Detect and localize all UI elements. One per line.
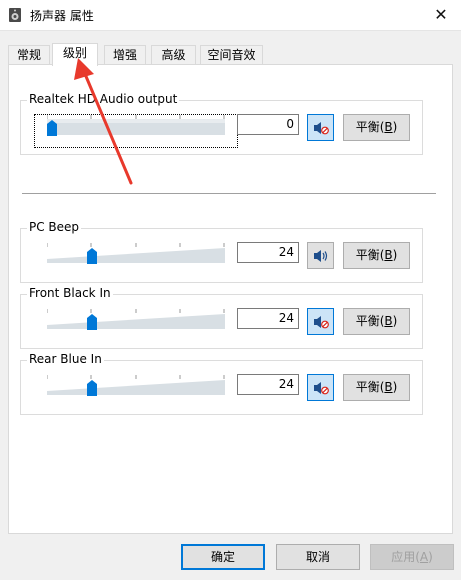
balance-button[interactable]: 平衡(B) <box>343 374 410 401</box>
mute-toggle-button[interactable] <box>307 308 334 335</box>
speaker-device-icon <box>9 8 21 22</box>
channel-group: Front Black In 24 平衡(B) <box>20 286 423 349</box>
channel-name: Realtek HD Audio output <box>27 92 180 106</box>
tab-spatial-sound[interactable]: 空间音效 <box>200 45 263 64</box>
volume-slider[interactable] <box>47 243 225 267</box>
balance-button[interactable]: 平衡(B) <box>343 114 410 141</box>
ok-button[interactable]: 确定 <box>181 544 265 570</box>
channel-name: PC Beep <box>27 220 82 234</box>
mute-toggle-button[interactable] <box>307 114 334 141</box>
channel-group: Rear Blue In 24 平衡(B) <box>20 352 423 415</box>
tab-levels[interactable]: 级别 <box>52 43 98 66</box>
volume-slider[interactable] <box>47 115 225 139</box>
speaker-muted-icon <box>314 382 329 395</box>
tab-general[interactable]: 常规 <box>8 45 50 64</box>
mute-toggle-button[interactable] <box>307 242 334 269</box>
speaker-muted-icon <box>314 122 329 135</box>
volume-value-field[interactable]: 24 <box>237 308 299 329</box>
volume-slider[interactable] <box>47 309 225 333</box>
close-button[interactable]: ✕ <box>421 0 461 30</box>
speaker-on-icon <box>314 250 328 262</box>
slider-thumb[interactable] <box>87 314 98 330</box>
slider-thumb[interactable] <box>87 380 98 396</box>
window-title: 扬声器 属性 <box>30 9 94 23</box>
section-divider <box>22 193 436 194</box>
title-bar: 扬声器 属性 ✕ <box>0 0 461 31</box>
apply-button[interactable]: 应用(A) <box>370 544 454 570</box>
balance-button[interactable]: 平衡(B) <box>343 308 410 335</box>
tab-advanced[interactable]: 高级 <box>151 45 196 64</box>
tab-enhancements[interactable]: 增强 <box>104 45 146 64</box>
cancel-button[interactable]: 取消 <box>276 544 360 570</box>
channel-group: Realtek HD Audio output 0 平衡(B) <box>20 92 423 155</box>
slider-thumb[interactable] <box>87 248 98 264</box>
volume-value-field[interactable]: 24 <box>237 242 299 263</box>
speaker-muted-icon <box>314 316 329 329</box>
close-icon: ✕ <box>434 5 448 24</box>
mute-toggle-button[interactable] <box>307 374 334 401</box>
volume-value-field[interactable]: 0 <box>237 114 299 135</box>
slider-thumb[interactable] <box>47 120 57 136</box>
channel-name: Front Black In <box>27 286 113 300</box>
channel-name: Rear Blue In <box>27 352 104 366</box>
volume-value-field[interactable]: 24 <box>237 374 299 395</box>
volume-slider[interactable] <box>47 375 225 399</box>
balance-button[interactable]: 平衡(B) <box>343 242 410 269</box>
channel-group: PC Beep 24 平衡(B) <box>20 220 423 283</box>
